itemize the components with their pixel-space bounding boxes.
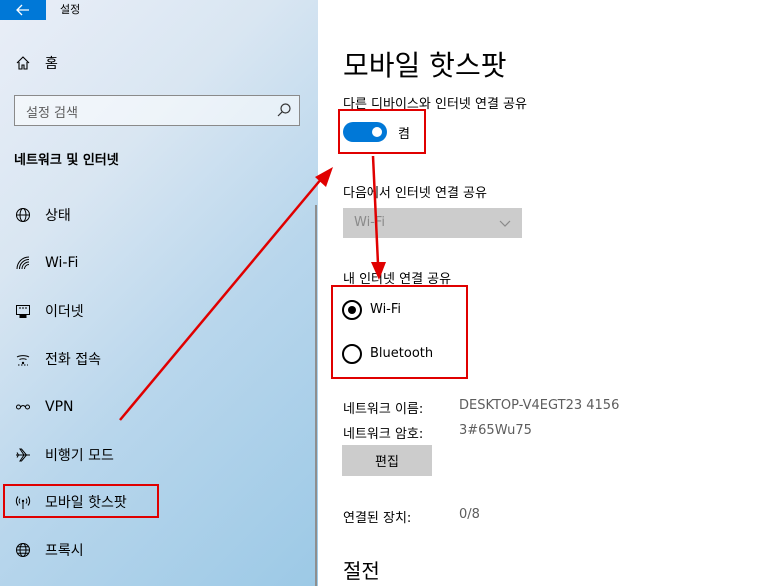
select-value: Wi-Fi [354,215,386,230]
airplane-icon [13,445,33,465]
back-button[interactable] [0,0,46,20]
sidebar-item-airplane[interactable]: 비행기 모드 [0,435,318,475]
annotation-box-hotspot-item [3,484,159,518]
home-icon [13,53,33,73]
share-from-label: 다음에서 인터넷 연결 공유 [343,186,487,201]
chevron-down-icon [499,220,511,227]
sidebar-item-proxy[interactable]: 프록시 [0,530,318,570]
window-title: 설정 [60,3,81,16]
annotation-box-radio-options [331,285,468,379]
network-name-label: 네트워크 이름: [343,402,424,417]
page-title: 모바일 핫스팟 [343,49,507,82]
sidebar-item-label: 프록시 [45,543,84,559]
network-password-value: 3#65Wu75 [459,423,532,438]
ethernet-icon [13,301,33,321]
network-password-label: 네트워크 암호: [343,427,424,442]
sidebar-item-status[interactable]: 상태 [0,195,318,235]
sidebar-item-label: Wi-Fi [45,255,79,271]
sidebar-item-ethernet[interactable]: 이더넷 [0,291,318,331]
share-from-select[interactable]: Wi-Fi [343,208,522,238]
sidebar-item-home[interactable]: 홈 [0,43,318,83]
search-placeholder: 설정 검색 [26,106,78,121]
back-arrow-icon [16,4,29,16]
sidebar-item-dialup[interactable]: 전화 접속 [0,339,318,379]
sidebar-item-label: 홈 [45,56,58,72]
globe-icon [13,540,33,560]
connected-devices-label: 연결된 장치: [343,511,412,526]
section-title: 네트워크 및 인터넷 [14,153,119,168]
edit-button[interactable]: 편집 [342,445,432,476]
sidebar-item-label: 비행기 모드 [45,448,114,464]
annotation-box-toggle [338,109,426,154]
power-saving-title: 절전 [343,559,380,583]
wifi-icon [13,253,33,273]
sidebar-item-label: 전화 접속 [45,352,101,368]
search-input[interactable]: 설정 검색 [14,95,300,126]
connected-devices-value: 0/8 [459,507,480,522]
sidebar-item-vpn[interactable]: VPN [0,387,318,427]
search-icon [277,103,291,117]
title-bar: 설정 [0,0,318,20]
scrollbar[interactable] [315,205,317,586]
sidebar-item-label: 상태 [45,208,71,224]
vpn-icon [13,397,33,417]
sidebar-item-wifi[interactable]: Wi-Fi [0,243,318,283]
sidebar-item-label: VPN [45,399,74,415]
network-name-value: DESKTOP-V4EGT23 4156 [459,398,620,413]
globe-status-icon [13,205,33,225]
dialup-icon [13,349,33,369]
sidebar-item-label: 이더넷 [45,304,84,320]
